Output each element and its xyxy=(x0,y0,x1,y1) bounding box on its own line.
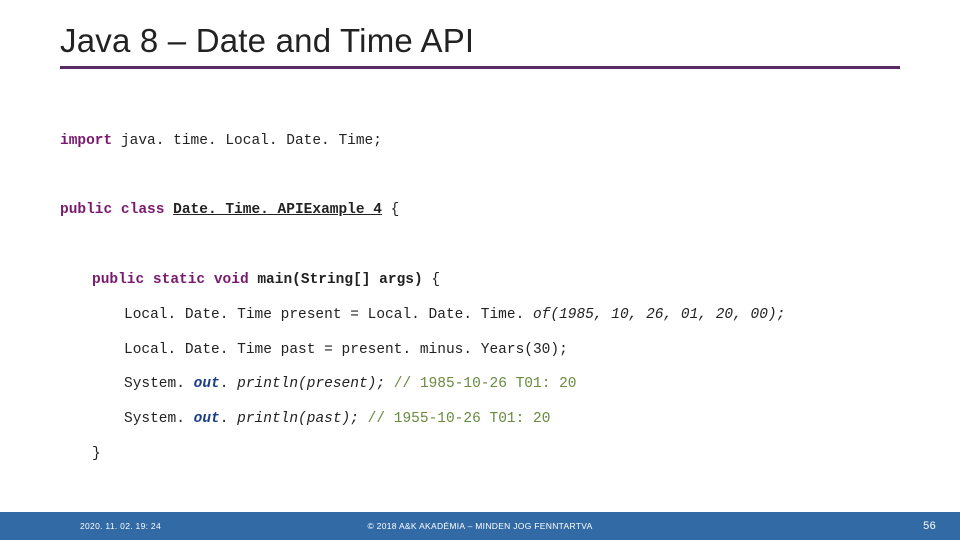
code-text: { xyxy=(382,202,399,218)
footer-copyright: © 2018 A&K AKADÉMIA – MINDEN JOG FENNTAR… xyxy=(0,521,960,531)
class-name: Date. Time. APIExample 4 xyxy=(173,202,382,218)
code-line: public class Date. Time. APIExample 4 { xyxy=(60,202,399,218)
code-line: System. out. println(present); // 1985-1… xyxy=(60,367,577,402)
code-text: { xyxy=(423,272,440,288)
code-line: Local. Date. Time present = Local. Date.… xyxy=(60,298,785,333)
keyword: public xyxy=(60,202,112,218)
code-call: of(1985, 10, 26, 01, 20, 00); xyxy=(533,307,785,323)
keyword: void xyxy=(214,272,249,288)
code-text: Local. Date. Time present = Local. Date.… xyxy=(124,307,533,323)
code-line: System. out. println(past); // 1955-10-2… xyxy=(60,402,550,437)
code-line: Local. Date. Time past = present. minus.… xyxy=(60,333,568,368)
comment: // 1985-10-26 T01: 20 xyxy=(385,376,576,392)
code-text: } xyxy=(92,446,101,462)
footer-bar: 2020. 11. 02. 19: 24 © 2018 A&K AKADÉMIA… xyxy=(0,512,960,540)
code-call: println(present); xyxy=(237,376,385,392)
method-sig: main(String[] args) xyxy=(257,272,422,288)
comment: // 1955-10-26 T01: 20 xyxy=(359,411,550,427)
code-text: Local. Date. Time past = present. minus.… xyxy=(124,342,568,358)
code-line: import java. time. Local. Date. Time; xyxy=(60,133,382,149)
code-block: import java. time. Local. Date. Time; pu… xyxy=(60,89,900,540)
slide-title: Java 8 – Date and Time API xyxy=(60,22,900,60)
field: out xyxy=(194,411,220,427)
code-line: } xyxy=(60,437,101,472)
code-text: System. xyxy=(124,411,194,427)
field: out xyxy=(194,376,220,392)
keyword: static xyxy=(153,272,205,288)
slide: Java 8 – Date and Time API import java. … xyxy=(0,0,960,540)
keyword: import xyxy=(60,133,112,149)
keyword: class xyxy=(121,202,165,218)
code-text: java. time. Local. Date. Time; xyxy=(112,133,382,149)
code-text: . xyxy=(220,376,237,392)
code-line: public static void main(String[] args) { xyxy=(60,263,440,298)
keyword: public xyxy=(92,272,144,288)
code-call: println(past); xyxy=(237,411,359,427)
code-text: . xyxy=(220,411,237,427)
code-text: System. xyxy=(124,376,194,392)
title-underline xyxy=(60,66,900,69)
